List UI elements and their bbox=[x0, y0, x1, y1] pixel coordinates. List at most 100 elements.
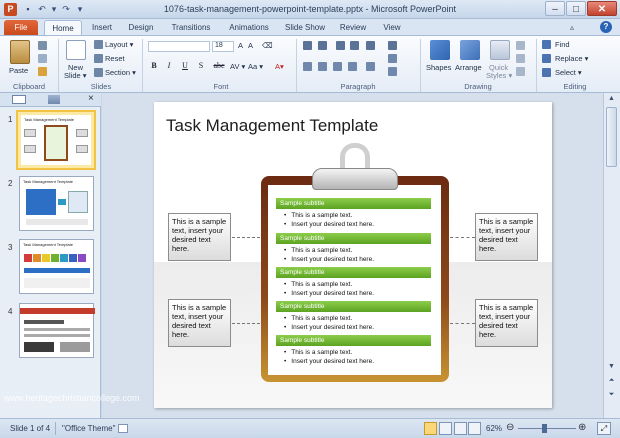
customize-quick-access-icon[interactable]: ▾ bbox=[74, 4, 86, 15]
outline-tab-icon[interactable] bbox=[48, 95, 60, 104]
justify-icon[interactable] bbox=[348, 62, 357, 71]
grow-font-icon[interactable]: A bbox=[238, 41, 243, 50]
shadow-button[interactable]: S bbox=[196, 61, 206, 71]
vertical-scrollbar[interactable]: ▲ ▼ ⏶ ⏷ bbox=[603, 93, 620, 418]
tab-animations[interactable]: Animations bbox=[224, 20, 274, 35]
scroll-down-icon[interactable]: ▼ bbox=[604, 361, 619, 373]
shape-fill-icon[interactable] bbox=[516, 41, 525, 50]
quick-styles-icon[interactable] bbox=[490, 40, 510, 60]
thumbnail-slide-4[interactable] bbox=[19, 303, 95, 358]
tab-file[interactable]: File bbox=[4, 20, 38, 35]
undo-dropdown-icon[interactable]: ▾ bbox=[48, 4, 60, 15]
tab-review[interactable]: Review bbox=[336, 20, 370, 35]
align-left-icon[interactable] bbox=[303, 62, 312, 71]
tab-view[interactable]: View bbox=[378, 20, 406, 35]
thumbnail-slide-3[interactable]: Task Management Template bbox=[19, 239, 94, 294]
section-subtitle[interactable]: Sample subtitle bbox=[276, 301, 431, 312]
underline-button[interactable]: U bbox=[180, 61, 190, 71]
fit-slide-icon[interactable]: ⤢ bbox=[597, 422, 611, 435]
font-color-icon[interactable]: A▾ bbox=[275, 62, 284, 71]
section-subtitle[interactable]: Sample subtitle bbox=[276, 198, 431, 209]
find-button[interactable]: Find bbox=[555, 40, 570, 49]
clear-formatting-icon[interactable]: ⌫ bbox=[262, 41, 273, 50]
section-bullet[interactable]: Insert your desired text here. bbox=[284, 324, 374, 331]
close-button[interactable]: ✕ bbox=[587, 1, 617, 16]
minimize-ribbon-icon[interactable]: ▵ bbox=[570, 23, 574, 32]
zoom-level[interactable]: 62% bbox=[486, 424, 502, 433]
reading-view-icon[interactable] bbox=[454, 422, 467, 435]
redo-icon[interactable]: ↷ bbox=[60, 4, 72, 15]
bold-button[interactable]: B bbox=[149, 61, 159, 71]
shape-outline-icon[interactable] bbox=[516, 54, 525, 63]
select-button[interactable]: Select ▾ bbox=[555, 68, 582, 77]
section-bullet[interactable]: Insert your desired text here. bbox=[284, 256, 374, 263]
shrink-font-icon[interactable]: A bbox=[248, 41, 253, 50]
paste-button[interactable]: Paste bbox=[9, 66, 28, 75]
thumbnail-slide-1[interactable]: Task Management Template bbox=[16, 110, 96, 170]
zoom-in-icon[interactable]: ⊕ bbox=[578, 422, 586, 433]
font-name-combo[interactable] bbox=[148, 41, 210, 52]
cut-icon[interactable] bbox=[38, 41, 47, 50]
section-bullet[interactable]: This is a sample text. bbox=[284, 315, 352, 322]
italic-button[interactable]: I bbox=[164, 61, 174, 71]
arrange-icon[interactable] bbox=[460, 40, 480, 60]
close-panel-icon[interactable]: × bbox=[88, 93, 94, 104]
copy-icon[interactable] bbox=[38, 54, 47, 63]
strikethrough-button[interactable]: abc bbox=[212, 61, 226, 71]
increase-indent-icon[interactable] bbox=[350, 41, 359, 50]
spelling-icon[interactable] bbox=[118, 424, 128, 433]
slide-canvas[interactable]: Task Management Template This is a sampl… bbox=[154, 102, 552, 408]
decrease-indent-icon[interactable] bbox=[336, 41, 345, 50]
save-icon[interactable]: ▪ bbox=[22, 4, 34, 15]
numbering-icon[interactable] bbox=[318, 41, 327, 50]
undo-icon[interactable]: ↶ bbox=[36, 4, 48, 15]
align-right-icon[interactable] bbox=[333, 62, 342, 71]
columns-icon[interactable] bbox=[366, 62, 375, 71]
section-bullet[interactable]: This is a sample text. bbox=[284, 349, 352, 356]
arrange-button[interactable]: Arrange bbox=[455, 63, 482, 72]
shapes-button[interactable]: Shapes bbox=[426, 63, 451, 72]
powerpoint-icon[interactable]: P bbox=[4, 3, 17, 16]
zoom-slider-track[interactable] bbox=[518, 428, 576, 429]
section-bullet[interactable]: This is a sample text. bbox=[284, 212, 352, 219]
zoom-slider-thumb[interactable] bbox=[542, 424, 547, 433]
zoom-out-icon[interactable]: ⊖ bbox=[506, 422, 514, 433]
normal-view-icon[interactable] bbox=[424, 422, 437, 435]
quick-styles-dropdown[interactable]: Styles ▾ bbox=[486, 71, 512, 80]
maximize-button[interactable]: □ bbox=[566, 1, 586, 16]
slides-tab-icon[interactable] bbox=[12, 95, 26, 104]
previous-slide-icon[interactable]: ⏶ bbox=[604, 375, 619, 387]
shapes-icon[interactable] bbox=[430, 40, 450, 60]
section-bullet[interactable]: This is a sample text. bbox=[284, 247, 352, 254]
new-slide-dropdown[interactable]: Slide ▾ bbox=[64, 71, 87, 80]
section-subtitle[interactable]: Sample subtitle bbox=[276, 335, 431, 346]
scroll-thumb[interactable] bbox=[606, 107, 617, 167]
section-bullet[interactable]: Insert your desired text here. bbox=[284, 290, 374, 297]
minimize-button[interactable]: – bbox=[545, 1, 565, 16]
tab-home[interactable]: Home bbox=[44, 20, 82, 35]
smartart-icon[interactable] bbox=[388, 67, 397, 76]
text-box-bottom-right[interactable]: This is a sample text, insert your desir… bbox=[475, 299, 538, 347]
font-size-combo[interactable]: 18 bbox=[212, 41, 234, 52]
paste-icon[interactable] bbox=[10, 40, 30, 64]
section-subtitle[interactable]: Sample subtitle bbox=[276, 267, 431, 278]
align-text-icon[interactable] bbox=[388, 54, 397, 63]
shape-effects-icon[interactable] bbox=[516, 67, 525, 76]
layout-button[interactable]: Layout ▾ bbox=[105, 40, 133, 49]
section-bullet[interactable]: Insert your desired text here. bbox=[284, 358, 374, 365]
help-icon[interactable]: ? bbox=[600, 21, 612, 33]
bullets-icon[interactable] bbox=[303, 41, 312, 50]
section-button[interactable]: Section ▾ bbox=[105, 68, 136, 77]
tab-insert[interactable]: Insert bbox=[86, 20, 118, 35]
text-box-bottom-left[interactable]: This is a sample text, insert your desir… bbox=[168, 299, 231, 347]
character-spacing-button[interactable]: AV ▾ bbox=[230, 62, 245, 71]
text-box-top-right[interactable]: This is a sample text, insert your desir… bbox=[475, 213, 538, 261]
text-box-top-left[interactable]: This is a sample text, insert your desir… bbox=[168, 213, 231, 261]
thumbnail-slide-2[interactable]: Task Management Template bbox=[19, 176, 94, 231]
section-subtitle[interactable]: Sample subtitle bbox=[276, 233, 431, 244]
reset-button[interactable]: Reset bbox=[105, 54, 125, 63]
next-slide-icon[interactable]: ⏷ bbox=[604, 389, 619, 401]
line-spacing-icon[interactable] bbox=[366, 41, 375, 50]
replace-button[interactable]: Replace ▾ bbox=[555, 54, 588, 63]
scroll-up-icon[interactable]: ▲ bbox=[604, 93, 619, 105]
